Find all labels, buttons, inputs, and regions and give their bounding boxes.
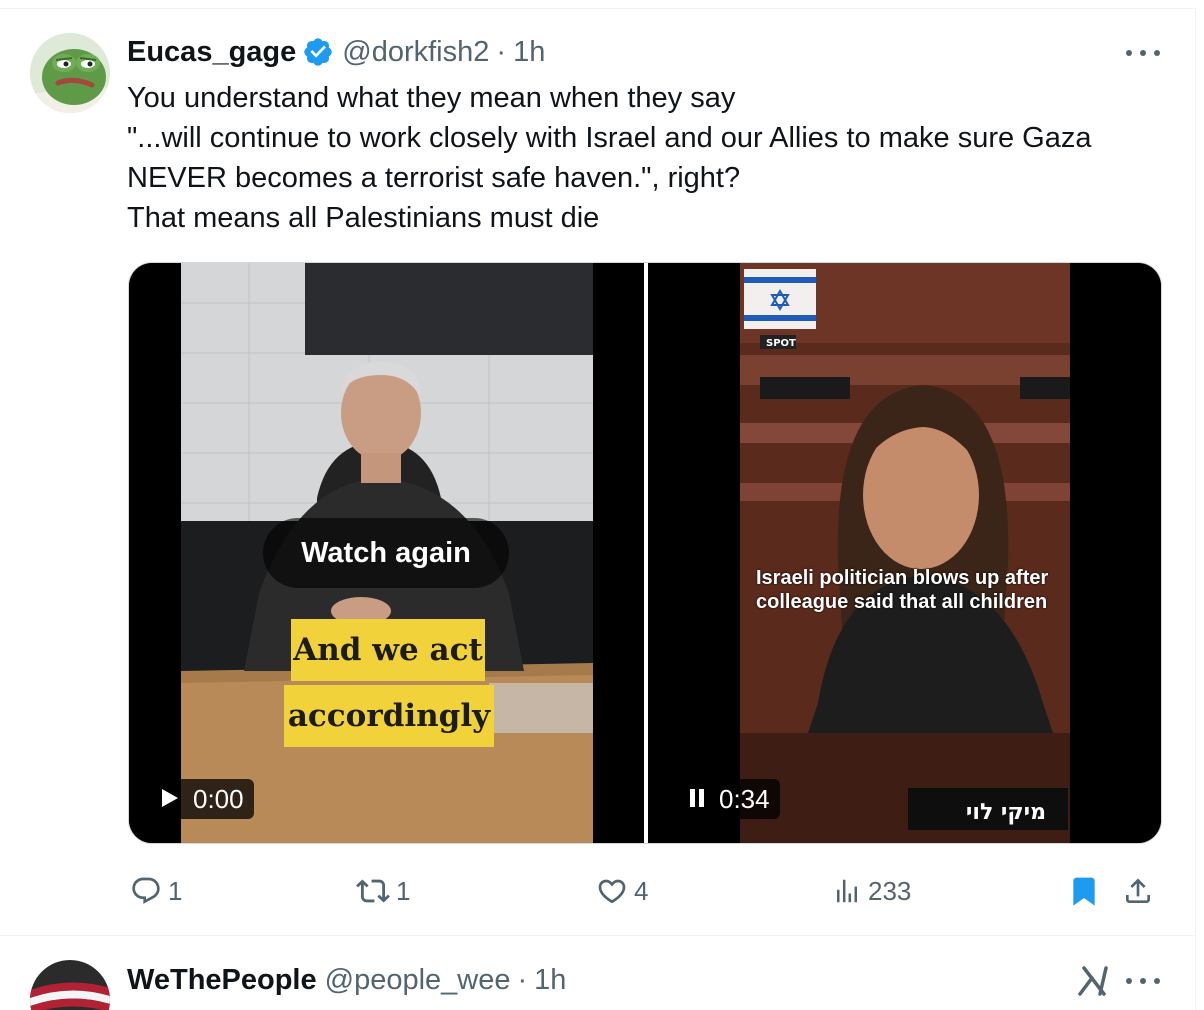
more-dot [1126, 50, 1132, 56]
bookmark-filled-icon [1073, 877, 1095, 906]
video-time-badge[interactable]: 0:00 [153, 779, 254, 819]
tweet-text-line: That means all Palestinians must die [127, 202, 600, 234]
play-icon[interactable] [161, 784, 179, 815]
video-frame-parliament: מיקי לוי SPOT [648, 263, 1161, 843]
views-icon [837, 879, 857, 903]
tweet-divider [0, 935, 1196, 936]
more-dot [1126, 978, 1132, 984]
handle[interactable]: @dorkfish2 [342, 36, 489, 69]
frog-avatar-icon [30, 33, 110, 113]
tweet-text-line: You understand what they mean when they … [127, 82, 736, 114]
bookmark-button[interactable] [1068, 868, 1100, 914]
repost-icon [356, 879, 390, 903]
next-tweet-header: WeThePeople @people_wee · 1h [127, 960, 566, 1000]
separator-dot: · [517, 963, 528, 996]
grok-icon[interactable] [1076, 964, 1110, 998]
like-count: 4 [634, 875, 649, 906]
share-button[interactable] [1122, 868, 1154, 914]
tweet-text-line: "...will continue to work closely with I… [127, 122, 1092, 154]
like-button[interactable]: 4 [596, 868, 648, 914]
views-count: 233 [868, 875, 912, 906]
share-icon [1126, 878, 1150, 903]
nameplate-text: מיקי לוי [966, 800, 1046, 825]
video-overlay-caption: Israeli politician blows up after collea… [756, 567, 1049, 613]
more-dot [1140, 50, 1146, 56]
action-bar: 1 1 4 233 [128, 868, 1168, 914]
more-options-icon[interactable] [1126, 40, 1160, 66]
more-options-icon[interactable] [1126, 968, 1160, 994]
heart-icon [598, 879, 626, 904]
tweet-text-line: NEVER becomes a terrorist safe haven.", … [127, 162, 741, 194]
video-time: 0:00 [193, 783, 244, 814]
reply-count: 1 [168, 875, 183, 906]
video-caption: accordingly [284, 685, 494, 747]
video-player-left[interactable]: Watch again And we act accordingly 0:00 [129, 263, 644, 843]
display-name[interactable]: WeThePeople [127, 964, 317, 997]
pause-icon[interactable] [689, 784, 705, 815]
repost-button[interactable]: 1 [356, 868, 410, 914]
media-container: Watch again And we act accordingly 0:00 [128, 262, 1162, 844]
reply-icon [132, 877, 160, 904]
repost-count: 1 [396, 875, 411, 906]
avatar[interactable] [30, 33, 110, 113]
more-dot [1140, 978, 1146, 984]
separator-dot: · [496, 35, 507, 68]
video-time-badge[interactable]: 0:34 [681, 779, 780, 819]
flag-avatar-icon [30, 960, 110, 1010]
tweet-header: Eucas_gage @dorkfish2 · 1h [127, 32, 545, 72]
tweet-text: You understand what they mean when they … [127, 78, 1177, 238]
more-dot [1154, 50, 1160, 56]
top-border [0, 8, 1196, 9]
video-time: 0:34 [719, 783, 770, 814]
timestamp[interactable]: 1h [534, 964, 566, 997]
watermark-text: SPOT [766, 338, 796, 349]
timestamp[interactable]: 1h [513, 36, 545, 69]
more-dot [1154, 978, 1160, 984]
views-button[interactable]: 233 [832, 868, 911, 914]
right-border [1195, 8, 1196, 1010]
watch-again-button[interactable]: Watch again [263, 518, 509, 588]
avatar[interactable] [30, 960, 110, 1010]
video-player-right[interactable]: מיקי לוי SPOT Israeli politician blows u… [648, 263, 1161, 843]
reply-button[interactable]: 1 [130, 868, 182, 914]
verified-badge-icon [304, 38, 332, 66]
handle[interactable]: @people_wee [325, 964, 511, 997]
video-caption: And we act [291, 619, 485, 681]
display-name[interactable]: Eucas_gage [127, 36, 296, 69]
